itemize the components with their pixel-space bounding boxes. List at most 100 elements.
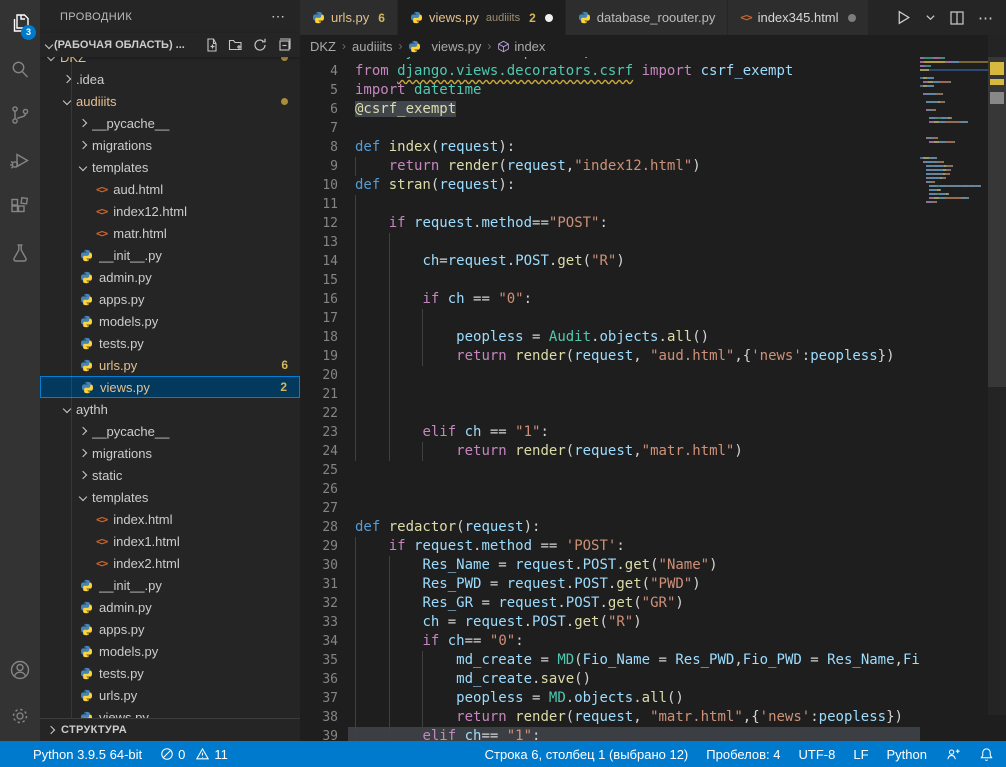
code-line-9[interactable]: 9 return render(request,"index12.html") <box>300 157 920 176</box>
overview-ruler-scrollbar[interactable] <box>988 35 1006 715</box>
workspace-section-header[interactable]: (РАБОЧАЯ ОБЛАСТЬ) ... <box>40 33 300 57</box>
search-icon[interactable] <box>0 46 40 92</box>
minimap[interactable] <box>920 57 988 741</box>
scrollbar-thumb[interactable] <box>988 57 1006 387</box>
code-line-19[interactable]: 19 return render(request, "aud.html",{'n… <box>300 347 920 366</box>
breadcrumb-item[interactable]: DKZ <box>310 39 336 54</box>
refresh-icon[interactable] <box>252 37 268 53</box>
code-line-38[interactable]: 38 return render(request, "matr.html",{'… <box>300 708 920 727</box>
testing-icon[interactable] <box>0 230 40 276</box>
code-area[interactable]: 3from aythh.models import MD,Audit4from … <box>300 57 1006 741</box>
notifications-bell-icon[interactable] <box>979 747 994 762</box>
code-line-33[interactable]: 33 ch = request.POST.get("R") <box>300 613 920 632</box>
code-line-17[interactable]: 17 <box>300 309 920 328</box>
code-line-5[interactable]: 5import datetime <box>300 81 920 100</box>
tree-item-models-py[interactable]: models.py <box>40 310 300 332</box>
problems-status[interactable]: 0 11 <box>160 747 228 762</box>
code-line-10[interactable]: 10def stran(request): <box>300 176 920 195</box>
tree-item-tests-py[interactable]: tests.py <box>40 662 300 684</box>
unsaved-dot-icon[interactable] <box>545 14 553 22</box>
code-line-35[interactable]: 35 md_create = MD(Fio_Name = Res_PWD,Fio… <box>300 651 920 670</box>
extensions-icon[interactable] <box>0 184 40 230</box>
new-file-icon[interactable] <box>204 37 220 53</box>
tab-urls-py[interactable]: urls.py 6 <box>300 0 398 35</box>
source-control-icon[interactable] <box>0 92 40 138</box>
tree-item-admin-py[interactable]: admin.py <box>40 266 300 288</box>
tree-item-models-py[interactable]: models.py <box>40 640 300 662</box>
code-line-18[interactable]: 18 peopless = Audit.objects.all() <box>300 328 920 347</box>
code-line-12[interactable]: 12 if request.method=="POST": <box>300 214 920 233</box>
code-line-22[interactable]: 22 <box>300 404 920 423</box>
code-line-25[interactable]: 25 <box>300 461 920 480</box>
code-line-26[interactable]: 26 <box>300 480 920 499</box>
code-line-34[interactable]: 34 if ch== "0": <box>300 632 920 651</box>
collapse-all-icon[interactable] <box>276 37 292 53</box>
unsaved-dot-icon[interactable] <box>848 14 856 22</box>
code-line-15[interactable]: 15 <box>300 271 920 290</box>
code-line-4[interactable]: 4from django.views.decorators.csrf impor… <box>300 62 920 81</box>
tree-item-apps-py[interactable]: apps.py <box>40 618 300 640</box>
new-folder-icon[interactable] <box>228 37 244 53</box>
code-line-24[interactable]: 24 return render(request,"matr.html") <box>300 442 920 461</box>
explorer-more-icon[interactable]: ⋯ <box>271 8 286 25</box>
code-line-29[interactable]: 29 if request.method == 'POST': <box>300 537 920 556</box>
tree-item-templates[interactable]: templates <box>40 156 300 178</box>
tree-item-index12-html[interactable]: <>index12.html <box>40 200 300 222</box>
tab-views-py[interactable]: views.py audiiits 2 <box>398 0 566 35</box>
language-mode-status[interactable]: Python <box>887 747 927 762</box>
tree-item--pycache-[interactable]: __pycache__ <box>40 112 300 134</box>
tree-item-static[interactable]: static <box>40 464 300 486</box>
code-line-13[interactable]: 13 <box>300 233 920 252</box>
breadcrumb-item[interactable]: index <box>497 39 545 54</box>
tab-database-roouter-py[interactable]: database_roouter.py <box>566 0 729 35</box>
tree-item-views-py[interactable]: views.py2 <box>40 376 300 398</box>
code-line-23[interactable]: 23 elif ch == "1": <box>300 423 920 442</box>
python-interpreter-status[interactable]: Python 3.9.5 64-bit <box>33 747 142 762</box>
tree-item-index1-html[interactable]: <>index1.html <box>40 530 300 552</box>
tree-item--idea[interactable]: .idea <box>40 68 300 90</box>
settings-gear-icon[interactable] <box>0 693 40 739</box>
eol-status[interactable]: LF <box>853 747 868 762</box>
code-line-16[interactable]: 16 if ch == "0": <box>300 290 920 309</box>
tree-item-index-html[interactable]: <>index.html <box>40 508 300 530</box>
tree-item-migrations[interactable]: migrations <box>40 134 300 156</box>
code-line-20[interactable]: 20 <box>300 366 920 385</box>
code-line-28[interactable]: 28def redactor(request): <box>300 518 920 537</box>
code-line-6[interactable]: 6@csrf_exempt <box>300 100 920 119</box>
encoding-status[interactable]: UTF-8 <box>799 747 836 762</box>
tree-item-urls-py[interactable]: urls.py6 <box>40 354 300 376</box>
tree-item-tests-py[interactable]: tests.py <box>40 332 300 354</box>
account-icon[interactable] <box>0 647 40 693</box>
code-line-36[interactable]: 36 md_create.save() <box>300 670 920 689</box>
tree-item-urls-py[interactable]: urls.py <box>40 684 300 706</box>
tree-item--pycache-[interactable]: __pycache__ <box>40 420 300 442</box>
code-line-11[interactable]: 11 <box>300 195 920 214</box>
tree-item-index2-html[interactable]: <>index2.html <box>40 552 300 574</box>
code-line-31[interactable]: 31 Res_PWD = request.POST.get("PWD") <box>300 575 920 594</box>
explorer-icon[interactable]: 3 <box>0 0 40 46</box>
code-line-39[interactable]: 39 elif ch== "1": <box>300 727 920 741</box>
run-button[interactable] <box>895 9 912 26</box>
breadcrumb-item[interactable]: views.py <box>408 39 481 54</box>
code-line-37[interactable]: 37 peopless = MD.objects.all() <box>300 689 920 708</box>
tree-item-matr-html[interactable]: <>matr.html <box>40 222 300 244</box>
breadcrumb-item[interactable]: audiiits <box>352 39 392 54</box>
split-editor-icon[interactable] <box>949 10 965 26</box>
code-line-27[interactable]: 27 <box>300 499 920 518</box>
cursor-position-status[interactable]: Строка 6, столбец 1 (выбрано 12) <box>485 747 689 762</box>
code-line-30[interactable]: 30 Res_Name = request.POST.get("Name") <box>300 556 920 575</box>
tree-item-dkz[interactable]: DKZ <box>40 57 300 68</box>
run-debug-icon[interactable] <box>0 138 40 184</box>
tree-item-apps-py[interactable]: apps.py <box>40 288 300 310</box>
code-line-14[interactable]: 14 ch=request.POST.get("R") <box>300 252 920 271</box>
tree-item--init-py[interactable]: __init__.py <box>40 574 300 596</box>
tree-item--init-py[interactable]: __init__.py <box>40 244 300 266</box>
indentation-status[interactable]: Пробелов: 4 <box>706 747 780 762</box>
tab-index345-html[interactable]: <> index345.html <box>728 0 868 35</box>
feedback-icon[interactable] <box>945 747 961 762</box>
outline-section-header[interactable]: СТРУКТУРА <box>40 718 300 741</box>
tree-item-aythh[interactable]: aythh <box>40 398 300 420</box>
tree-item-templates[interactable]: templates <box>40 486 300 508</box>
tree-item-aud-html[interactable]: <>aud.html <box>40 178 300 200</box>
run-dropdown-icon[interactable] <box>925 12 936 23</box>
